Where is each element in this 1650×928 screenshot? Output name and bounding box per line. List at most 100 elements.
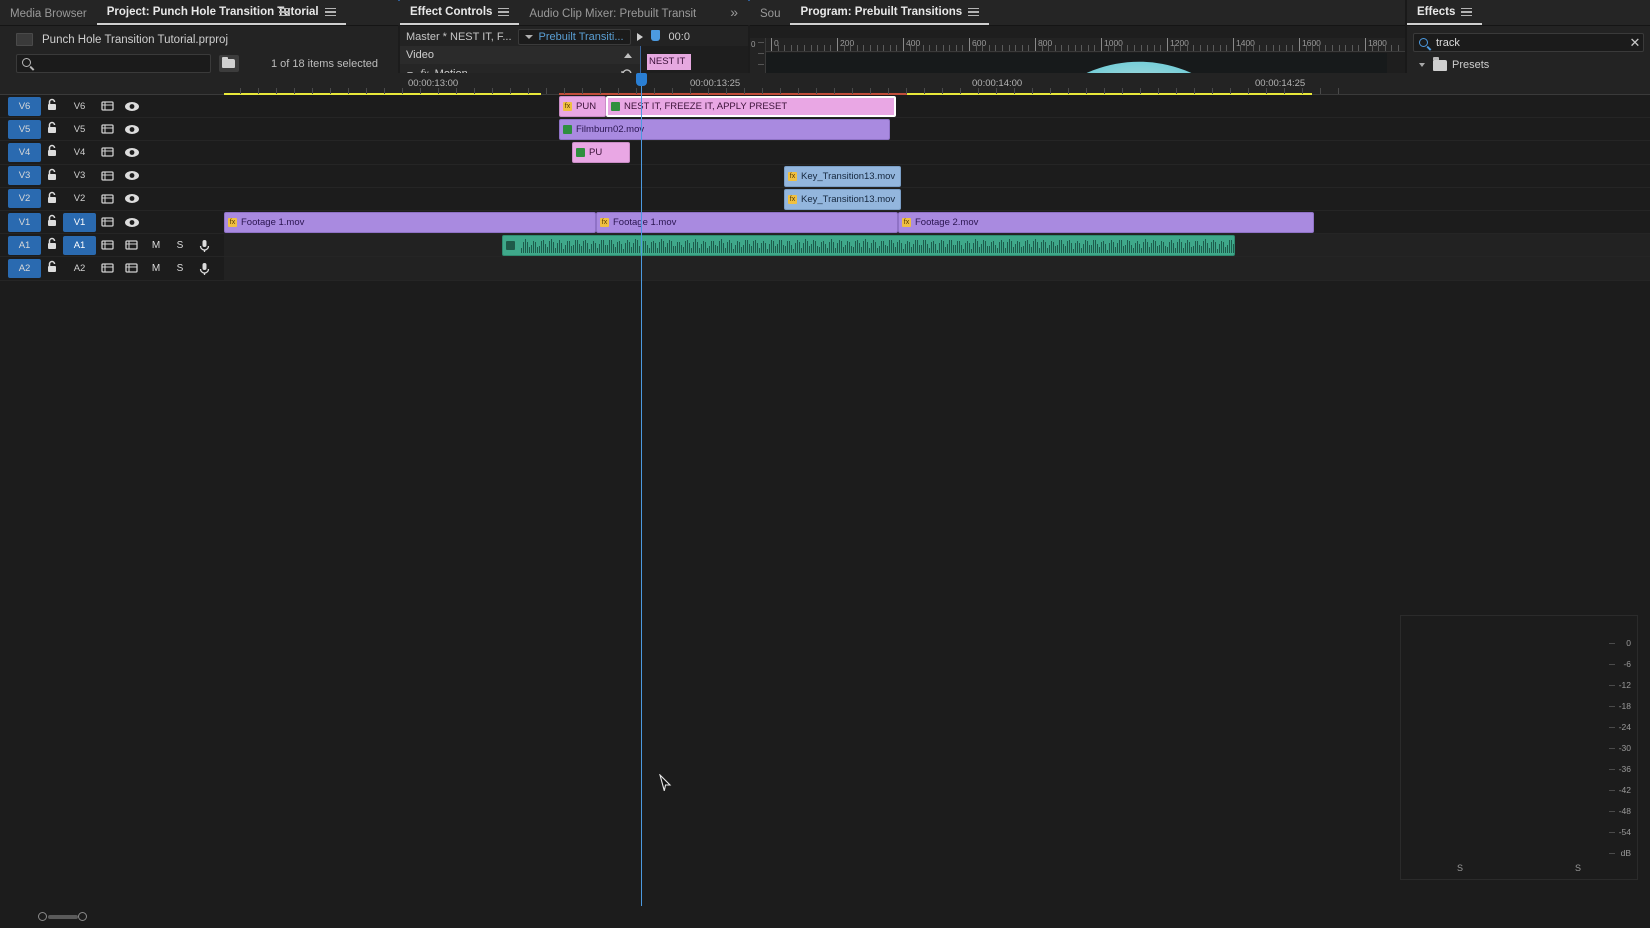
panel-menu-icon[interactable]	[279, 8, 290, 17]
track-solo-button[interactable]: S	[168, 240, 192, 251]
timeline-playhead[interactable]	[641, 73, 642, 906]
track-lock-icon[interactable]	[41, 191, 63, 207]
ec-clip-bar[interactable]: NEST IT	[647, 54, 691, 70]
track-speaker-icon[interactable]	[120, 239, 144, 251]
sync-lock-icon[interactable]	[96, 146, 120, 158]
chevron-down-icon[interactable]	[1418, 60, 1428, 70]
track-header[interactable]: V1 V1	[0, 211, 224, 234]
timeline-track-lane[interactable]	[224, 188, 1650, 211]
track-header[interactable]: V4 V4	[0, 141, 224, 164]
track-lock-icon[interactable]	[41, 144, 63, 160]
track-voiceover-icon[interactable]	[192, 239, 216, 252]
effects-search-box[interactable]: ✕	[1413, 33, 1644, 52]
track-solo-button[interactable]: S	[168, 263, 192, 274]
track-output-eye-icon[interactable]	[120, 193, 144, 204]
timeline-track-lane[interactable]	[224, 257, 1650, 280]
track-source-patch[interactable]: V6	[8, 97, 41, 116]
effects-search-input[interactable]	[1428, 37, 1627, 49]
timeline-zoom-left-handle[interactable]	[38, 912, 47, 921]
timeline-clip[interactable]: fxPUN	[559, 96, 606, 117]
timeline-track-lane[interactable]	[224, 141, 1650, 164]
tab-overflow-button[interactable]: »	[720, 0, 748, 25]
track-lock-icon[interactable]	[41, 98, 63, 114]
tab-source-monitor[interactable]: Sou	[750, 4, 790, 25]
track-target-toggle[interactable]: V2	[63, 189, 96, 208]
timeline-clip[interactable]: fxKey_Transition13.mov	[784, 189, 901, 210]
timeline-clip[interactable]: PU	[572, 142, 630, 163]
track-target-toggle[interactable]: V1	[63, 213, 96, 232]
track-target-toggle[interactable]: V3	[63, 166, 96, 185]
track-voiceover-icon[interactable]	[192, 262, 216, 275]
timeline-track-lane[interactable]	[224, 118, 1650, 141]
track-source-patch[interactable]: V1	[8, 213, 41, 232]
track-header[interactable]: A1 A1 MS	[0, 234, 224, 257]
track-lock-icon[interactable]	[41, 260, 63, 276]
project-search-box[interactable]	[16, 54, 211, 73]
effects-tree-row[interactable]: Presets	[1407, 56, 1650, 74]
track-header[interactable]: A2 A2 MS	[0, 257, 224, 280]
sync-lock-icon[interactable]	[96, 123, 120, 135]
timeline-clip[interactable]: fxFootage 1.mov	[224, 212, 596, 233]
track-source-patch[interactable]: V5	[8, 120, 41, 139]
meter-solo-right[interactable]: S	[1575, 863, 1581, 873]
sync-lock-icon[interactable]	[96, 262, 120, 274]
panel-menu-icon[interactable]	[968, 8, 979, 17]
tab-program-monitor[interactable]: Program: Prebuilt Transitions	[790, 2, 989, 25]
timeline-clip[interactable]: fxKey_Transition13.mov	[784, 166, 901, 187]
track-source-patch[interactable]: A2	[8, 259, 41, 278]
tab-effect-controls[interactable]: Effect Controls	[400, 2, 519, 25]
sync-lock-icon[interactable]	[96, 100, 120, 112]
timeline-zoom-right-handle[interactable]	[78, 912, 87, 921]
track-output-eye-icon[interactable]	[120, 147, 144, 158]
meter-solo-left[interactable]: S	[1457, 863, 1463, 873]
sync-lock-icon[interactable]	[96, 170, 120, 182]
video-section-header[interactable]: Video	[400, 46, 640, 64]
collapse-caret-icon[interactable]	[624, 53, 632, 58]
track-lock-icon[interactable]	[41, 121, 63, 137]
track-output-eye-icon[interactable]	[120, 124, 144, 135]
ec-playhead-marker[interactable]	[649, 30, 663, 44]
timeline-clip[interactable]: Filmburn02.mov	[559, 119, 890, 140]
timeline-track-headers[interactable]: V6V6V5V5V4V4V3V3V2V2V1V1A1A1MSA2A2MS	[0, 95, 224, 906]
track-target-toggle[interactable]: A1	[63, 236, 96, 255]
timeline-ruler[interactable]: 00:00:13:0000:00:13:2500:00:14:0000:00:1…	[0, 73, 1650, 95]
sequence-dropdown[interactable]: Prebuilt Transiti...	[518, 29, 631, 45]
project-search-input[interactable]	[37, 56, 205, 71]
track-header[interactable]: V3 V3	[0, 165, 224, 188]
panel-menu-icon[interactable]	[325, 8, 336, 17]
play-icon[interactable]	[637, 33, 643, 41]
track-source-patch[interactable]: A1	[8, 236, 41, 255]
new-bin-button[interactable]	[219, 55, 239, 72]
track-target-toggle[interactable]: V6	[63, 97, 96, 116]
timeline-clip[interactable]: NEST IT, FREEZE IT, APPLY PRESET	[606, 96, 896, 117]
tab-audio-clip-mixer[interactable]: Audio Clip Mixer: Prebuilt Transit	[519, 4, 706, 25]
track-target-toggle[interactable]: A2	[63, 259, 96, 278]
tab-media-browser[interactable]: Media Browser	[0, 4, 97, 25]
track-mute-button[interactable]: M	[144, 240, 168, 251]
track-speaker-icon[interactable]	[120, 262, 144, 274]
sync-lock-icon[interactable]	[96, 193, 120, 205]
timeline-clip[interactable]: fxFootage 2.mov	[898, 212, 1314, 233]
sync-lock-icon[interactable]	[96, 216, 120, 228]
track-source-patch[interactable]: V4	[8, 143, 41, 162]
track-output-eye-icon[interactable]	[120, 217, 144, 228]
track-lock-icon[interactable]	[41, 237, 63, 253]
panel-menu-icon[interactable]	[1461, 8, 1472, 17]
track-lock-icon[interactable]	[41, 168, 63, 184]
sync-lock-icon[interactable]	[96, 239, 120, 251]
track-output-eye-icon[interactable]	[120, 101, 144, 112]
tab-effects[interactable]: Effects	[1407, 2, 1482, 25]
track-target-toggle[interactable]: V4	[63, 143, 96, 162]
timeline-zoom-bar[interactable]	[48, 915, 78, 919]
track-lock-icon[interactable]	[41, 214, 63, 230]
track-source-patch[interactable]: V2	[8, 189, 41, 208]
track-output-eye-icon[interactable]	[120, 170, 144, 181]
tab-project[interactable]: Project: Punch Hole Transition Tutorial	[97, 2, 346, 25]
track-source-patch[interactable]: V3	[8, 166, 41, 185]
close-icon[interactable]: ✕	[1627, 35, 1643, 51]
track-header[interactable]: V2 V2	[0, 188, 224, 211]
track-mute-button[interactable]: M	[144, 263, 168, 274]
track-header[interactable]: V5V5	[0, 118, 224, 141]
timeline-audio-clip[interactable]	[502, 235, 1235, 256]
timeline-track-lane[interactable]	[224, 165, 1650, 188]
